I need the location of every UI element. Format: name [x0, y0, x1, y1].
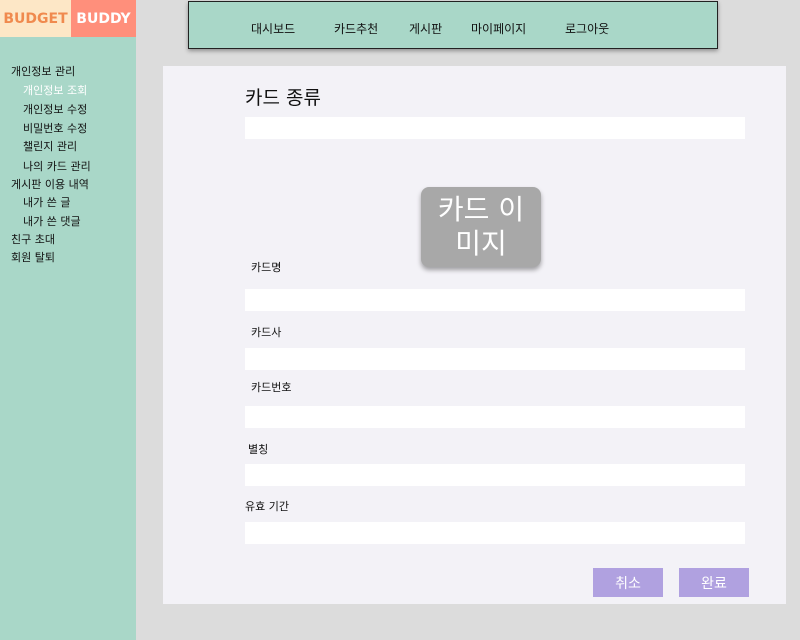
nav-card-recommendation[interactable]: 카드추천 — [334, 20, 378, 37]
nav-dashboard[interactable]: 대시보드 — [251, 20, 295, 37]
card-number-field[interactable] — [245, 406, 745, 428]
nav-logout[interactable]: 로그아웃 — [565, 20, 609, 37]
sidebar-item-my-posts[interactable]: 내가 쓴 글 — [23, 194, 70, 210]
nav-board[interactable]: 게시판 — [409, 20, 442, 37]
card-image-placeholder[interactable]: 카드 이미지 — [421, 187, 541, 267]
card-number-label: 카드번호 — [251, 381, 292, 394]
sidebar-item-change-password[interactable]: 비밀번호 수정 — [23, 120, 87, 136]
card-name-label: 카드명 — [251, 261, 282, 274]
card-form-panel: 카드 종류 카드 이미지 카드명 카드사 카드번호 별칭 유효 기간 취소 완료 — [163, 66, 786, 604]
sidebar-item-board-history[interactable]: 게시판 이용 내역 — [11, 176, 89, 192]
card-name-field[interactable] — [245, 289, 745, 311]
sidebar-item-personal-info-management[interactable]: 개인정보 관리 — [11, 63, 75, 79]
sidebar-item-view-personal-info[interactable]: 개인정보 조회 — [23, 82, 87, 98]
submit-button[interactable]: 완료 — [679, 568, 749, 597]
sidebar: 개인정보 관리 개인정보 조회 개인정보 수정 비밀번호 수정 챌린지 관리 나… — [0, 37, 136, 640]
expiry-label: 유효 기간 — [245, 500, 289, 513]
expiry-field[interactable] — [245, 522, 745, 544]
logo-budget: BUDGET — [0, 0, 71, 37]
sidebar-item-my-card-management[interactable]: 나의 카드 관리 — [23, 158, 91, 174]
sidebar-item-challenge-management[interactable]: 챌린지 관리 — [23, 138, 77, 154]
sidebar-item-my-comments[interactable]: 내가 쓴 댓글 — [23, 213, 81, 229]
sidebar-item-invite-friends[interactable]: 친구 초대 — [11, 231, 55, 247]
card-image-label: 카드 이미지 — [437, 193, 525, 260]
nav-mypage[interactable]: 마이페이지 — [471, 20, 526, 37]
card-company-label: 카드사 — [251, 326, 282, 339]
sidebar-item-delete-account[interactable]: 회원 탈퇴 — [11, 249, 55, 265]
card-type-title: 카드 종류 — [245, 87, 321, 109]
card-company-field[interactable] — [245, 348, 745, 370]
nickname-label: 별칭 — [248, 443, 269, 456]
top-navigation: 대시보드 카드추천 게시판 마이페이지 로그아웃 — [188, 1, 718, 49]
nickname-field[interactable] — [245, 464, 745, 486]
cancel-button[interactable]: 취소 — [593, 568, 663, 597]
sidebar-item-edit-personal-info[interactable]: 개인정보 수정 — [23, 101, 87, 117]
logo-buddy: BUDDY — [71, 0, 136, 37]
card-type-field[interactable] — [245, 117, 745, 139]
